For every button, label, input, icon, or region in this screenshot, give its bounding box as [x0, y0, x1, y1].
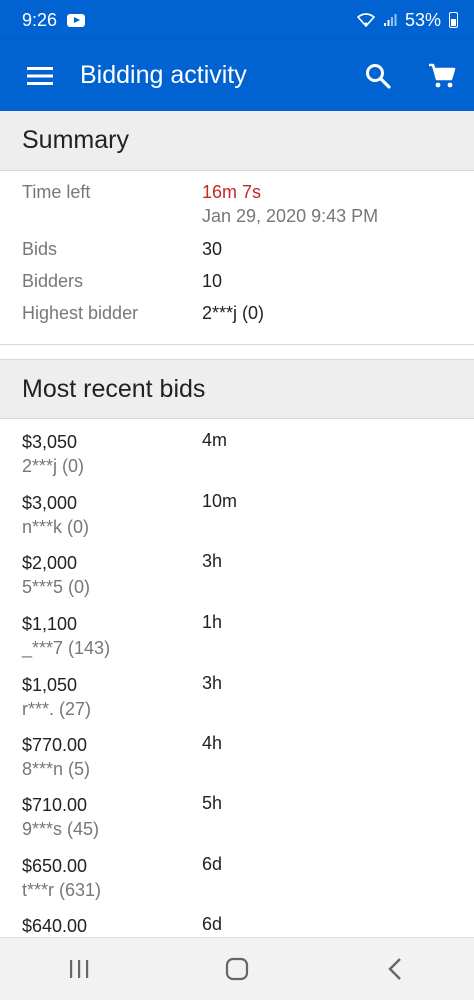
- bid-amount: $3,050: [22, 432, 78, 452]
- bids-label: Bids: [22, 239, 58, 259]
- back-icon: [388, 958, 401, 980]
- signal-icon: [383, 14, 397, 26]
- list-item: $1,100 _***7 (143) 1h: [0, 612, 474, 675]
- time-left-label: Time left: [22, 182, 91, 202]
- bidder-name: 2***j (0): [22, 456, 85, 476]
- app-bar: Bidding activity: [0, 40, 474, 111]
- list-item: $710.00 9***s (45) 5h: [0, 793, 474, 856]
- recent-apps-button[interactable]: [49, 939, 109, 999]
- list-item: $770.00 8***n (5) 4h: [0, 733, 474, 796]
- summary-header: Summary: [0, 111, 474, 171]
- bids-value: 30: [202, 239, 223, 259]
- bid-time: 3h: [202, 673, 223, 693]
- bidder-name: 9***s (45): [22, 819, 100, 839]
- divider: [0, 344, 474, 345]
- time-left-value: 16m 7s: [202, 182, 262, 202]
- bid-amount: $770.00: [22, 735, 88, 755]
- bid-amount: $1,100: [22, 614, 78, 634]
- bidder-name: n***k (0): [22, 517, 90, 537]
- list-item: $3,000 n***k (0) 10m: [0, 491, 474, 554]
- recent-bids-header: Most recent bids: [0, 359, 474, 419]
- bid-amount: $1,050: [22, 675, 78, 695]
- list-item: $3,050 2***j (0) 4m: [0, 430, 474, 493]
- page-title: Bidding activity: [80, 61, 247, 89]
- system-nav-bar: [0, 937, 474, 1000]
- bid-time: 6d: [202, 916, 223, 934]
- home-icon: [225, 957, 249, 981]
- list-item: $640.00 6d: [0, 916, 474, 937]
- status-time: 9:26: [22, 9, 58, 30]
- cart-icon: [429, 63, 456, 87]
- cart-button[interactable]: [410, 40, 474, 111]
- home-button[interactable]: [207, 939, 267, 999]
- back-button[interactable]: [365, 939, 425, 999]
- highest-bidder-label: Highest bidder: [22, 303, 139, 323]
- bid-time: 4h: [202, 733, 223, 753]
- bid-time: 3h: [202, 551, 223, 571]
- bidder-name: 8***n (5): [22, 759, 91, 779]
- bid-time: 1h: [202, 612, 223, 632]
- list-item: $1,050 r***. (27) 3h: [0, 673, 474, 736]
- bidder-name: t***r (631): [22, 880, 102, 900]
- battery-percent: 53%: [404, 9, 441, 30]
- menu-icon: [27, 66, 53, 85]
- bid-amount: $710.00: [22, 795, 88, 815]
- bid-time: 5h: [202, 793, 223, 813]
- bid-time: 10m: [202, 491, 238, 511]
- battery-icon: [449, 12, 458, 28]
- bid-time: 4m: [202, 430, 228, 450]
- youtube-icon: [67, 13, 86, 27]
- status-bar: 9:26 53%: [0, 0, 474, 40]
- bid-amount: $650.00: [22, 856, 88, 876]
- highest-bidder-value: 2***j (0): [202, 303, 265, 323]
- list-item: $2,000 5***5 (0) 3h: [0, 551, 474, 614]
- search-icon: [366, 63, 391, 89]
- wifi-icon: [356, 13, 375, 27]
- bid-time: 6d: [202, 854, 223, 874]
- end-date: Jan 29, 2020 9:43 PM: [202, 206, 379, 226]
- bidder-name: _***7 (143): [22, 638, 111, 658]
- bid-amount: $2,000: [22, 553, 78, 573]
- bidders-label: Bidders: [22, 271, 84, 291]
- menu-button[interactable]: [0, 40, 80, 111]
- recent-apps-icon: [70, 960, 89, 978]
- bidders-value: 10: [202, 271, 223, 291]
- bidder-name: 5***5 (0): [22, 577, 91, 597]
- bid-amount: $640.00: [22, 916, 88, 936]
- bid-amount: $3,000: [22, 493, 78, 513]
- list-item: $650.00 t***r (631) 6d: [0, 854, 474, 917]
- search-button[interactable]: [346, 40, 410, 111]
- bidder-name: r***. (27): [22, 699, 92, 719]
